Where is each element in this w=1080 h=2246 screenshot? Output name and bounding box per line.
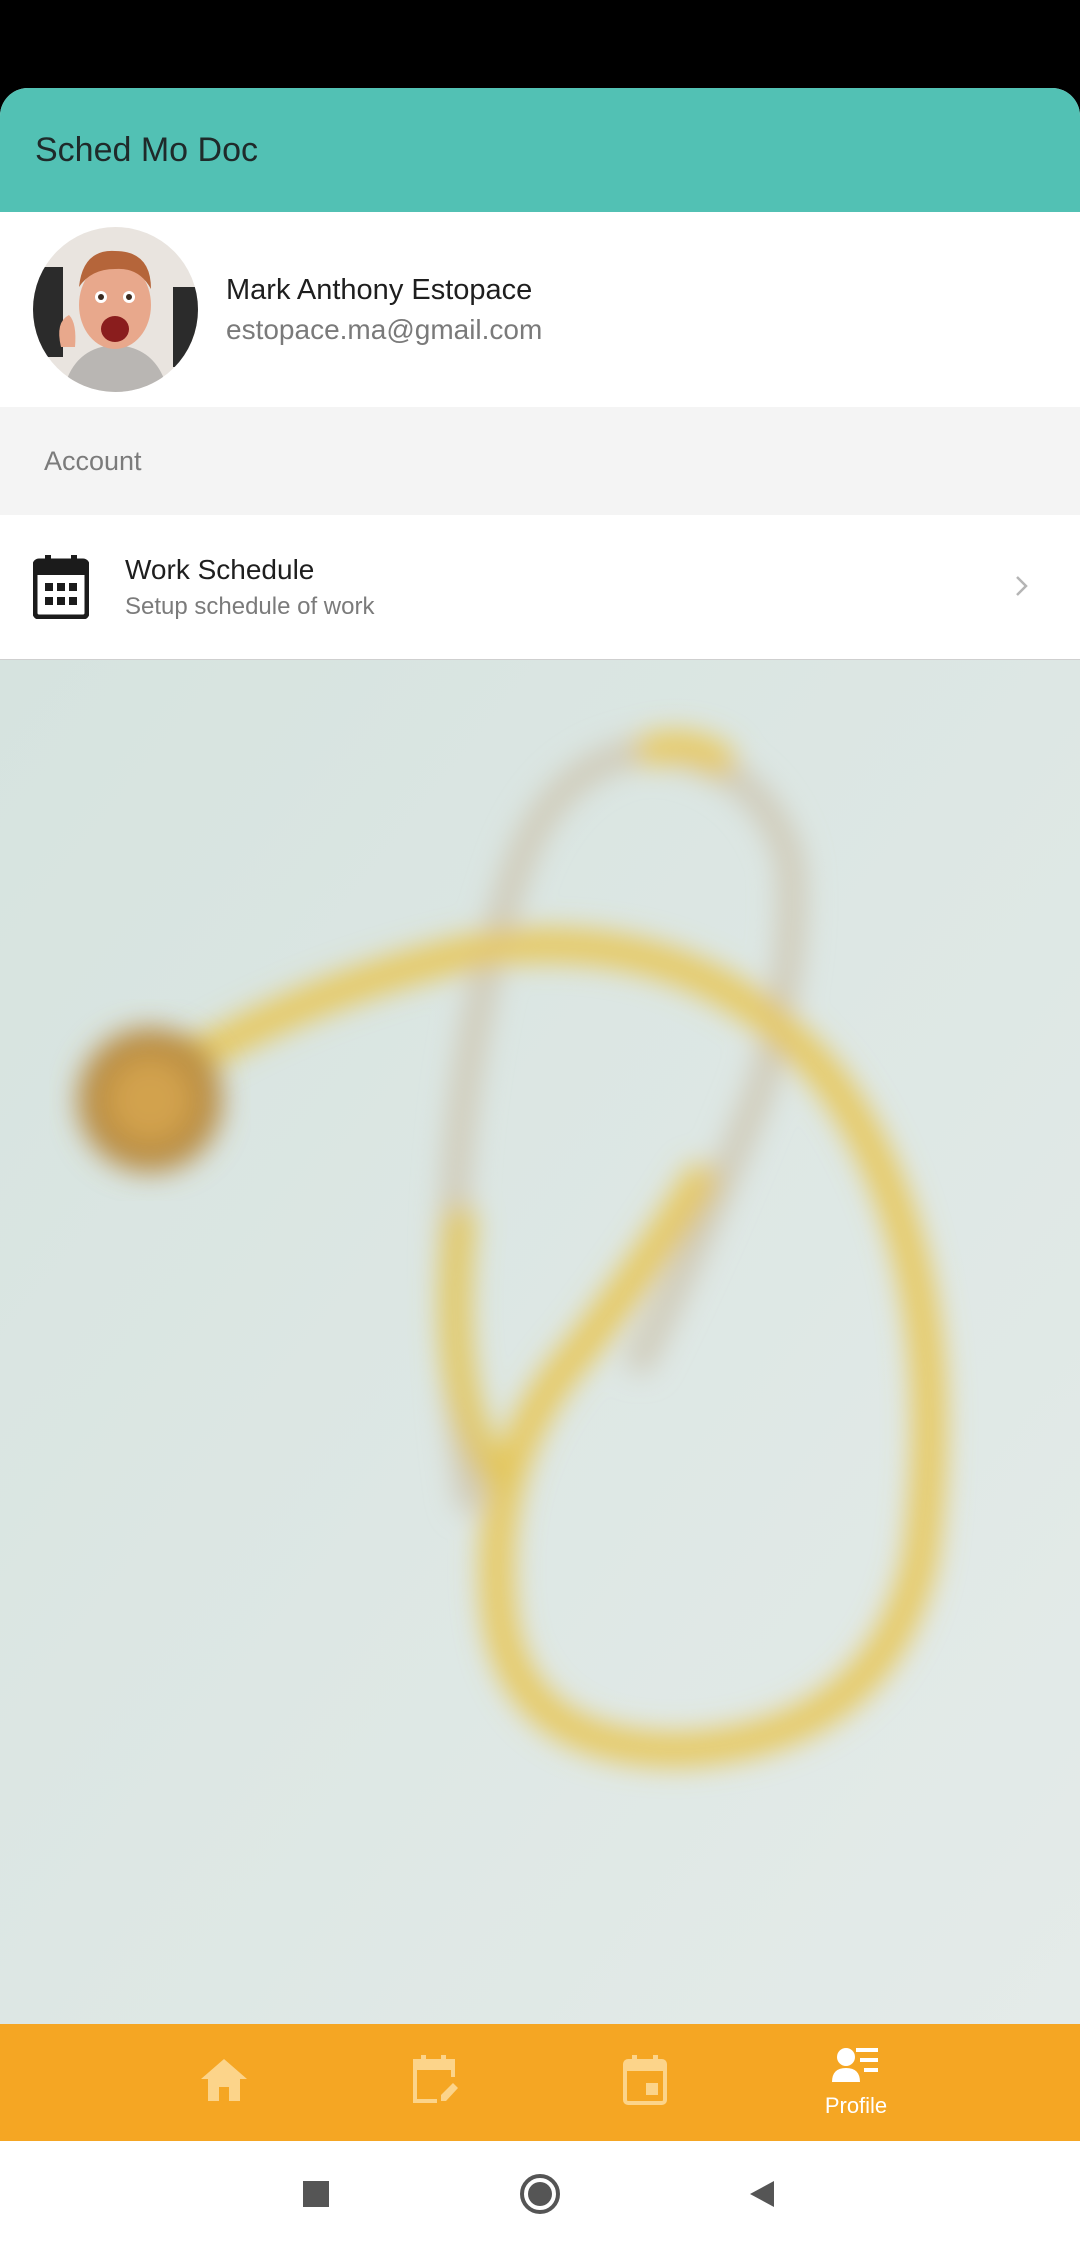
avatar[interactable] xyxy=(33,227,198,392)
profile-text: Mark Anthony Estopace estopace.ma@gmail.… xyxy=(226,270,542,350)
recents-square-icon[interactable] xyxy=(276,2141,356,2246)
app-title: Sched Mo Doc xyxy=(35,130,258,169)
bottom-nav: Profile xyxy=(0,2024,1080,2141)
chevron-right-icon xyxy=(1006,571,1036,601)
back-triangle-icon[interactable] xyxy=(722,2141,802,2246)
calendar-grid-icon xyxy=(32,555,90,620)
nav-profile[interactable]: Profile xyxy=(796,2024,916,2141)
profile-name: Mark Anthony Estopace xyxy=(226,273,533,306)
account-section-label: Account xyxy=(44,445,142,476)
nav-calendar-edit[interactable] xyxy=(375,2024,495,2141)
account-section-header: Account xyxy=(0,407,1080,515)
status-bar xyxy=(0,0,1080,88)
stethoscope-background-image xyxy=(0,660,1080,2024)
home-circle-icon[interactable] xyxy=(500,2141,580,2246)
profile-card[interactable]: Mark Anthony Estopace estopace.ma@gmail.… xyxy=(0,212,1080,407)
system-navigation-bar xyxy=(0,2141,1080,2246)
calendar-event-icon xyxy=(622,2055,668,2110)
calendar-edit-icon xyxy=(411,2055,459,2110)
nav-home[interactable] xyxy=(164,2024,284,2141)
menu-item-title: Work Schedule xyxy=(125,554,315,585)
app-bar: Sched Mo Doc xyxy=(0,88,1080,212)
nav-calendar-event[interactable] xyxy=(585,2024,705,2141)
profile-list-icon xyxy=(832,2046,880,2089)
app-screen: Sched Mo Doc Mark Anthony Estopace estop… xyxy=(0,88,1080,2141)
home-icon xyxy=(199,2057,249,2108)
nav-profile-label: Profile xyxy=(824,2093,888,2118)
profile-email: estopace.ma@gmail.com xyxy=(226,313,543,345)
menu-item-subtitle: Setup schedule of work xyxy=(125,593,375,620)
menu-item-work-schedule[interactable]: Work Schedule Setup schedule of work xyxy=(0,515,1080,660)
menu-item-text: Work Schedule Setup schedule of work xyxy=(125,550,374,624)
